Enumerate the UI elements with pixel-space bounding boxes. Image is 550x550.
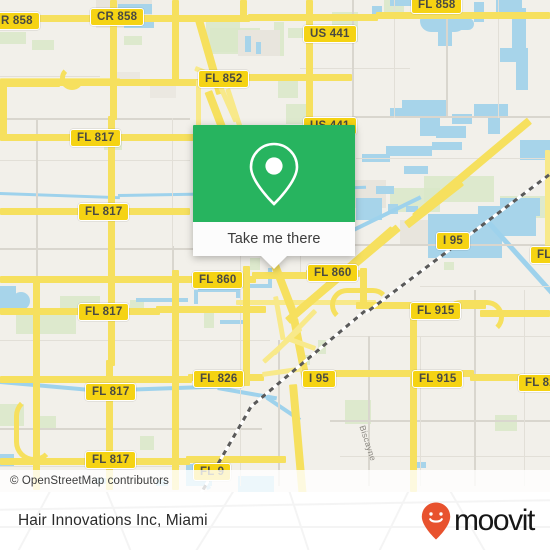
park-area — [32, 40, 54, 50]
water-body — [256, 42, 261, 54]
road-shield: FL 817 — [70, 129, 122, 147]
road-shield: CR 858 — [90, 8, 145, 26]
road-shield: R 858 — [0, 12, 40, 30]
road-shield: FL 817 — [85, 383, 137, 401]
attribution-text: © OpenStreetMap contributors — [10, 475, 169, 487]
highway — [0, 376, 192, 383]
minor-street — [352, 116, 550, 118]
park-area — [250, 258, 260, 270]
water-body — [488, 116, 500, 134]
map-pin-icon — [249, 142, 299, 206]
park-area — [0, 32, 26, 44]
water-body — [516, 58, 528, 90]
water-body — [194, 290, 198, 304]
water-body — [404, 166, 428, 174]
building-block — [262, 36, 270, 54]
highway — [108, 116, 115, 366]
road-shield: FL 915 — [412, 370, 464, 388]
highway-curve — [60, 66, 84, 90]
park-area — [444, 262, 454, 270]
road-shield: FL 826 — [193, 370, 245, 388]
minor-street — [0, 340, 270, 342]
road-shield: FL 82 — [518, 374, 550, 392]
minor-street — [0, 160, 190, 162]
minor-street — [420, 286, 550, 288]
road-shield: FL 915 — [410, 302, 462, 320]
road-shield: FL 858 — [411, 0, 463, 14]
place-name: Hair Innovations Inc, Miami — [18, 512, 208, 529]
water-body — [402, 100, 448, 116]
location-popup[interactable]: Take me there — [193, 125, 355, 269]
water-body — [136, 298, 188, 302]
highway — [172, 270, 179, 490]
minor-street — [420, 336, 422, 486]
minor-street — [278, 340, 280, 486]
highway — [0, 80, 7, 140]
road-shield: FL 817 — [85, 451, 137, 469]
minor-street — [356, 158, 550, 160]
road-shield: FL 9 — [530, 246, 550, 264]
road-shield: I 95 — [436, 232, 470, 250]
water-body — [0, 286, 16, 310]
park-area — [495, 415, 517, 431]
minor-street — [0, 248, 196, 250]
water-body — [474, 104, 508, 116]
map-screenshot: R 858CR 858US 441FL 858FL 852FL 817US 44… — [0, 0, 550, 550]
road-shield: FL 860 — [192, 271, 244, 289]
road-shield: FL 817 — [78, 303, 130, 321]
minor-street — [0, 118, 190, 120]
water-body — [438, 26, 452, 46]
moovit-brand[interactable]: moovit — [421, 502, 535, 540]
water-body — [436, 126, 466, 138]
map-canvas[interactable]: R 858CR 858US 441FL 858FL 852FL 817US 44… — [0, 0, 550, 492]
highway — [410, 306, 417, 492]
building-block — [150, 86, 176, 98]
bottom-bar: Hair Innovations Inc, Miami moovit — [0, 492, 550, 550]
road-shield: US 441 — [303, 25, 357, 43]
road-shield: FL 860 — [307, 264, 359, 282]
minor-street — [0, 76, 100, 78]
minor-street — [330, 420, 550, 422]
water-body — [432, 142, 462, 150]
road-shield: I 95 — [302, 370, 336, 388]
popup-pin-area — [193, 125, 355, 222]
water-body — [245, 36, 251, 52]
park-area — [124, 36, 142, 45]
highway — [243, 266, 250, 386]
highway — [376, 12, 550, 19]
water-body — [376, 186, 394, 194]
water-body — [452, 18, 474, 30]
highway — [545, 150, 550, 260]
highway — [306, 0, 313, 124]
take-me-there-button[interactable]: Take me there — [193, 222, 355, 269]
road-shield: FL 817 — [78, 203, 130, 221]
highway — [248, 14, 378, 21]
highway-curve — [14, 396, 54, 462]
water-body — [386, 146, 432, 156]
park-area — [140, 436, 154, 450]
minor-street — [330, 336, 550, 338]
minor-street — [368, 336, 370, 486]
moovit-wordmark: moovit — [454, 504, 535, 537]
highway — [240, 0, 247, 20]
road-shield: FL 852 — [198, 70, 250, 88]
highway — [186, 456, 286, 463]
map-attribution: © OpenStreetMap contributors — [0, 470, 550, 492]
moovit-smiley-pin-icon — [421, 502, 451, 540]
canal — [0, 192, 120, 200]
take-me-there-label: Take me there — [227, 231, 321, 247]
popup-tail — [260, 255, 288, 269]
highway — [172, 0, 179, 86]
